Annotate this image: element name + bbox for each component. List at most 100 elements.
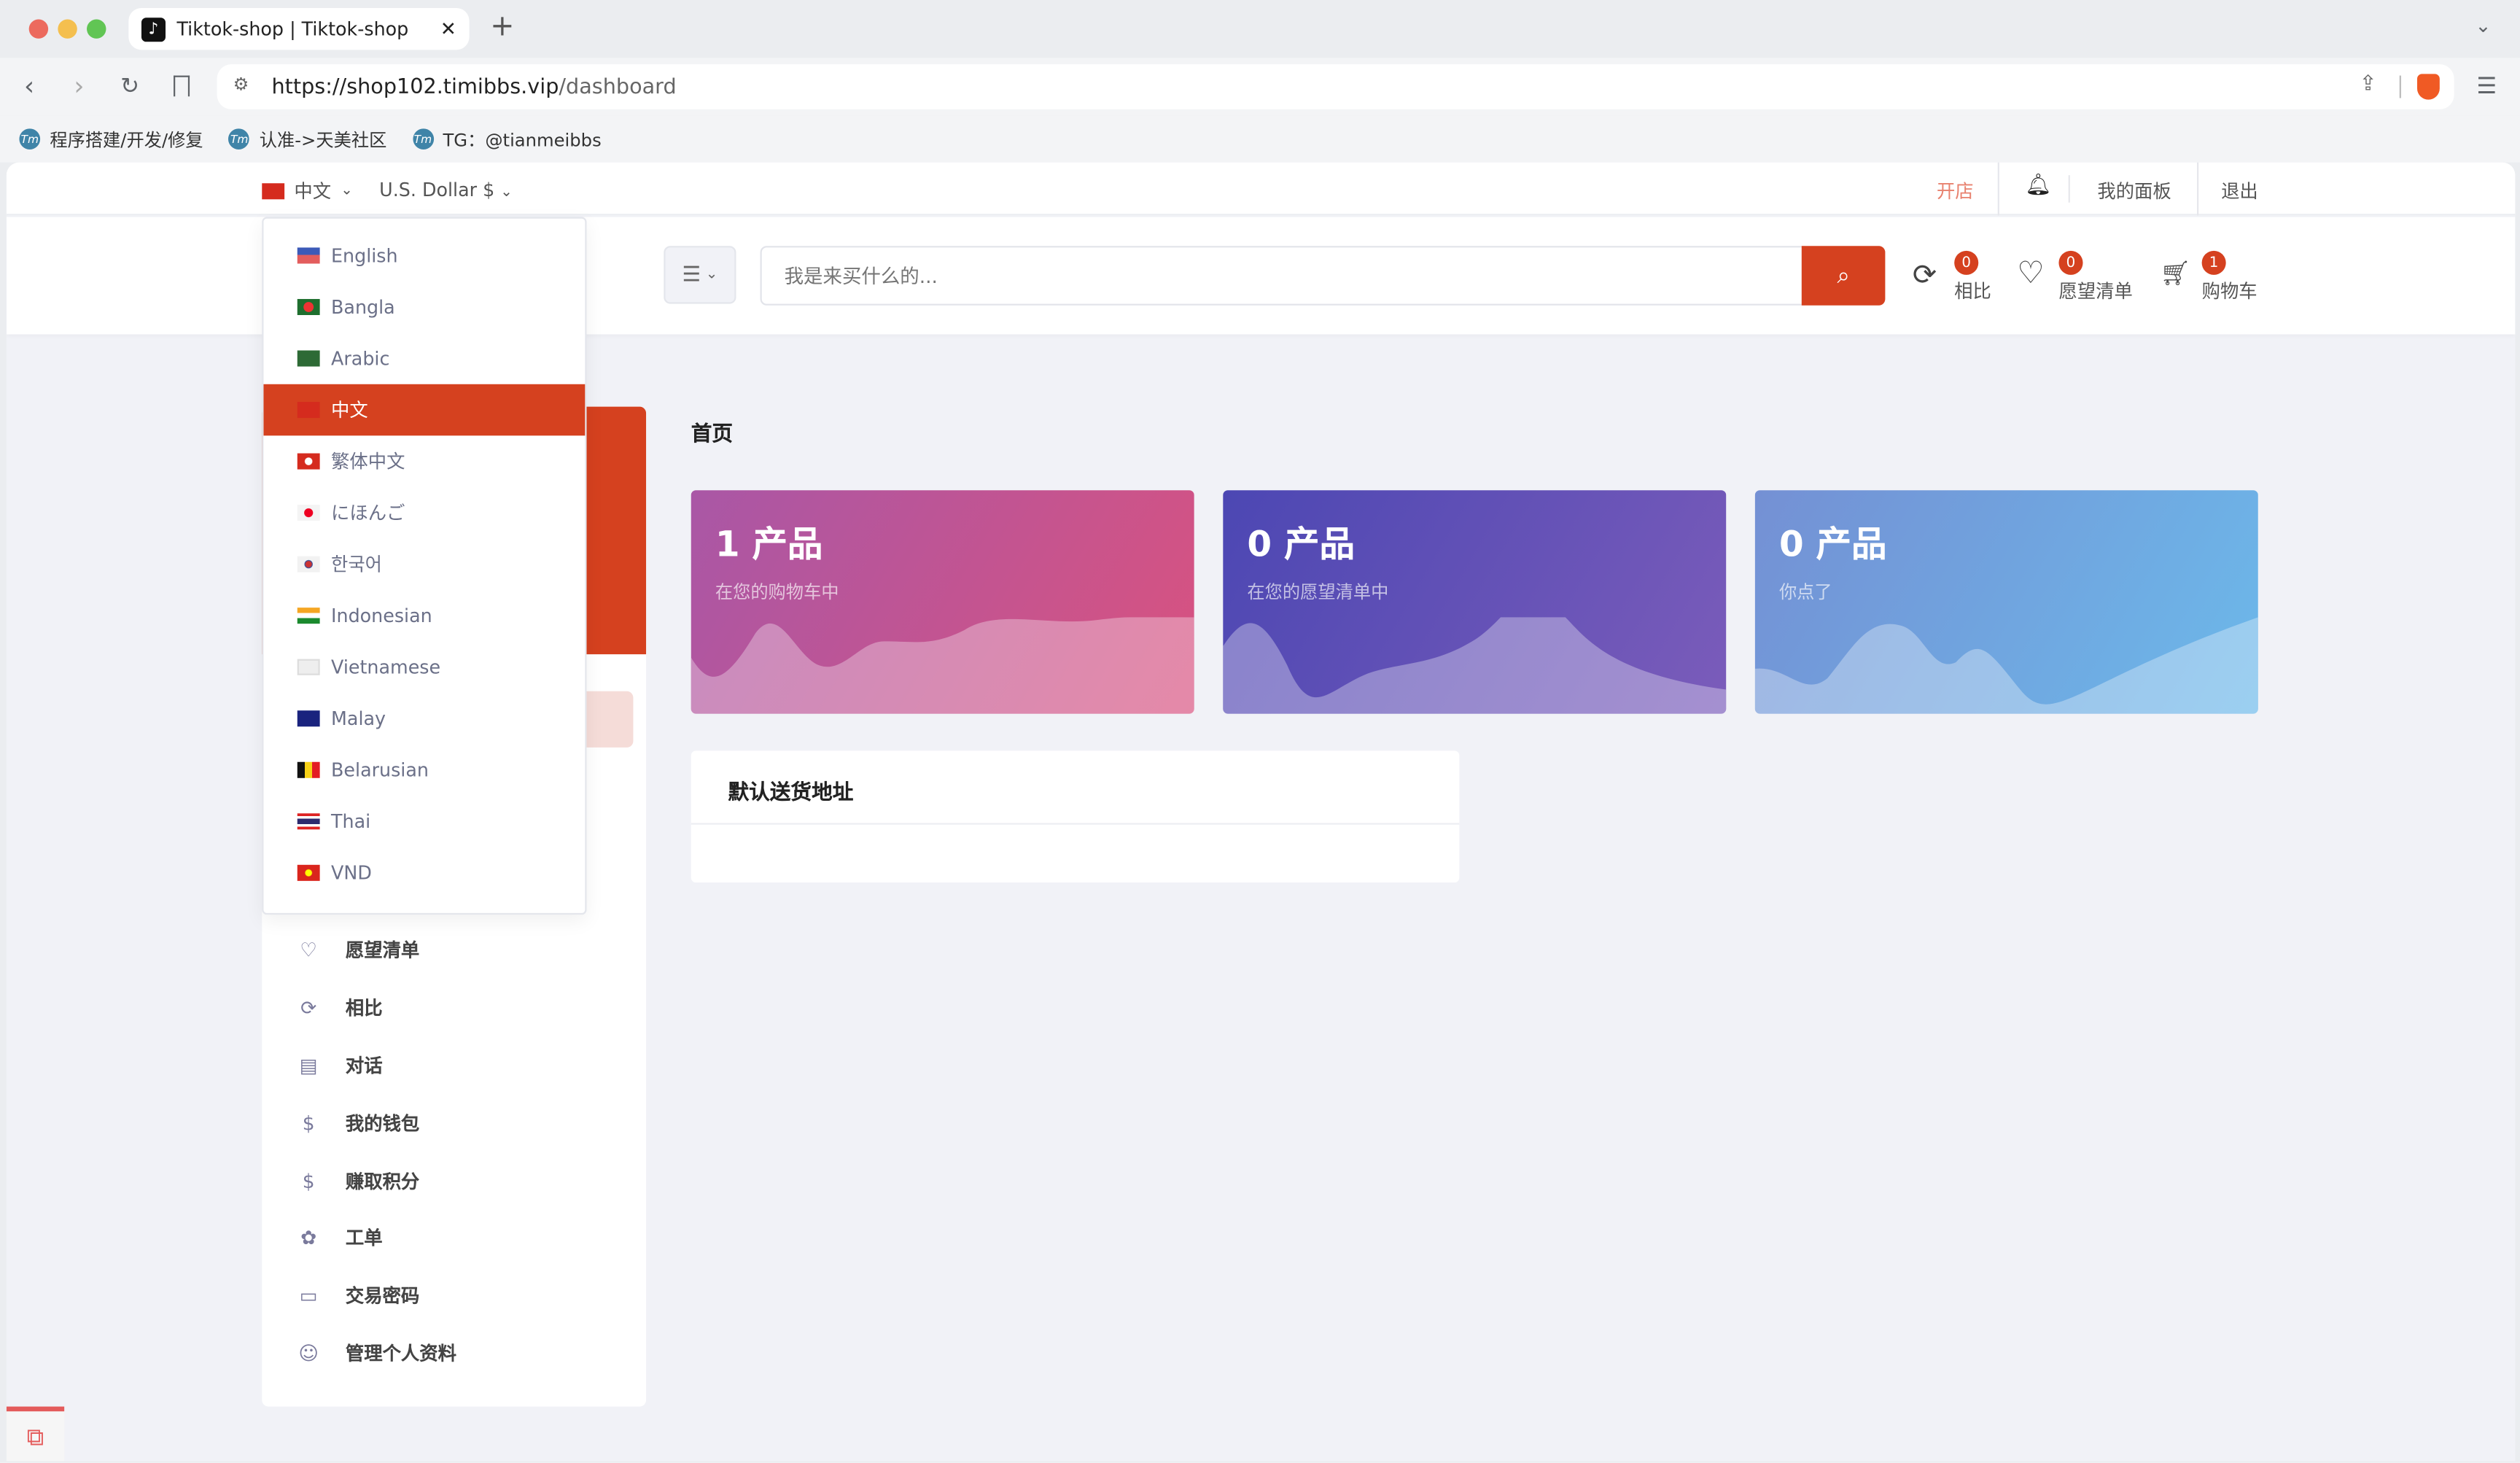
language-option-label: English (331, 244, 398, 267)
chevron-down-icon: ⌄ (341, 183, 353, 200)
cart-icon: 🛒︎ (2160, 258, 2191, 288)
language-option-bangla[interactable]: Bangla (263, 282, 585, 333)
language-option-belarusian[interactable]: Belarusian (263, 744, 585, 796)
default-address-card: 默认送货地址 (691, 750, 1460, 883)
forward-icon[interactable]: › (74, 71, 84, 101)
card-value: 0 产品 (1247, 525, 1355, 566)
language-option-chinese[interactable]: 中文 (263, 384, 586, 436)
close-tab-icon[interactable]: ✕ (440, 18, 456, 40)
page-title: 首页 (691, 422, 734, 447)
language-option-vietnamese[interactable]: Vietnamese (263, 641, 585, 693)
site-settings-icon[interactable]: ⚙ (233, 74, 249, 95)
flag-cn-icon (297, 402, 320, 419)
dashboard-link[interactable]: 我的面板 (2097, 179, 2171, 204)
menu-icon[interactable]: ☰ (2477, 74, 2497, 99)
tab-list-chevron-icon[interactable]: ⌄ (2475, 15, 2491, 37)
sidebar-item-conversations[interactable]: ▤ 对话 (298, 1053, 383, 1079)
logout-link[interactable]: 退出 (2221, 179, 2258, 204)
minimize-window-button[interactable] (58, 19, 77, 39)
search-input[interactable] (760, 246, 1805, 306)
language-option-korean[interactable]: 한국어 (263, 538, 585, 590)
flag-my-icon (297, 710, 320, 727)
wave-decoration (691, 617, 1194, 714)
wave-decoration (1223, 617, 1727, 714)
search-button[interactable]: ⌕ (1801, 246, 1886, 306)
sidebar-item-label: 对话 (345, 1054, 383, 1077)
reload-icon[interactable]: ↻ (120, 74, 139, 99)
compare-label: 相比 (1954, 279, 1991, 303)
flag-sa-icon (297, 350, 320, 367)
flag-th-icon (297, 813, 320, 830)
divider (2068, 175, 2070, 203)
laravel-debugbar-icon[interactable]: ⧉ (6, 1406, 65, 1462)
language-option-label: VND (331, 861, 372, 885)
search-icon: ⌕ (1837, 263, 1850, 289)
sidebar-item-manage-profile[interactable]: ☺ 管理个人资料 (298, 1340, 456, 1366)
open-shop-link[interactable]: 开店 (1937, 179, 1974, 204)
language-option-vnd[interactable]: VND (263, 847, 585, 899)
bookmark-item[interactable]: Tm 认准->天美社区 (228, 126, 387, 152)
dollar-icon: $ (302, 1170, 315, 1193)
brave-shield-icon[interactable] (2416, 74, 2440, 100)
language-option-label: Thai (331, 810, 371, 833)
language-option-label: 繁体中文 (331, 450, 405, 473)
sidebar-item-support-ticket[interactable]: ✿ 工单 (298, 1225, 382, 1251)
card-caption: 在您的购物车中 (715, 581, 839, 603)
card-caption: 在您的愿望清单中 (1247, 581, 1389, 603)
bookmark-item[interactable]: Tm 程序搭建/开发/修复 (19, 126, 203, 152)
refresh-icon: ⟳ (300, 996, 317, 1020)
card-value: 0 产品 (1778, 525, 1887, 566)
sidebar-item-wishlist[interactable]: ♡ 愿望清单 (298, 937, 419, 963)
language-selector[interactable]: 中文 ⌄ (262, 179, 353, 204)
cart-label: 购物车 (2201, 279, 2258, 303)
address-bar[interactable]: ⚙ https://shop102.timibbs.vip/dashboard … (217, 64, 2454, 109)
maximize-window-button[interactable] (87, 19, 106, 39)
divider (1997, 162, 1999, 216)
language-option-indonesian[interactable]: Indonesian (263, 590, 585, 642)
language-option-label: Arabic (331, 347, 390, 370)
heart-icon: ♡ (300, 939, 318, 962)
sidebar-item-transaction-password[interactable]: ▭ 交易密码 (298, 1283, 420, 1308)
language-option-japanese[interactable]: にほんご (263, 487, 585, 539)
language-option-label: Indonesian (331, 604, 432, 627)
language-option-thai[interactable]: Thai (263, 796, 585, 847)
browser-tab[interactable]: ♪ Tiktok-shop | Tiktok-shop ✕ (128, 8, 470, 50)
category-menu-button[interactable]: ☰ ⌄ (664, 246, 736, 304)
sidebar-item-earn-points[interactable]: $ 赚取积分 (298, 1168, 420, 1194)
flag-be-icon (297, 761, 320, 778)
back-icon[interactable]: ‹ (24, 71, 34, 101)
compare-count-badge: 0 (1954, 250, 1979, 275)
compare-button[interactable]: ⟳ 0 相比 (1913, 250, 2001, 308)
bookmark-icon[interactable] (174, 75, 190, 97)
sidebar-item-compare[interactable]: ⟳ 相比 (298, 995, 382, 1020)
language-option-arabic[interactable]: Arabic (263, 333, 585, 384)
bookmark-label: 认准->天美社区 (259, 129, 387, 151)
sidebar-item-wallet[interactable]: $ 我的钱包 (298, 1111, 420, 1136)
bookmark-item[interactable]: Tm TG：@tianmeibbs (412, 126, 602, 152)
bell-icon[interactable]: 🔔︎ (2025, 174, 2051, 198)
wishlist-label: 愿望清单 (2058, 279, 2133, 303)
language-option-traditional-chinese[interactable]: 繁体中文 (263, 435, 585, 487)
sidebar-item-label: 赚取积分 (345, 1170, 420, 1193)
language-option-label: 한국어 (331, 553, 383, 576)
currency-selector[interactable]: U.S. Dollar $ ⌄ (379, 179, 513, 201)
bookmark-favicon-icon: Tm (412, 128, 434, 150)
flag-jp-icon (297, 505, 320, 521)
language-option-malay[interactable]: Malay (263, 693, 585, 745)
language-dropdown: English Bangla Arabic 中文 繁体中文 にほんご 한국어 I… (262, 217, 587, 915)
flag-cn-icon (262, 183, 285, 200)
new-tab-icon[interactable]: + (490, 9, 514, 43)
language-option-label: Vietnamese (331, 656, 441, 679)
language-option-label: にほんご (331, 501, 405, 524)
flag-vn-icon (297, 864, 320, 881)
close-window-button[interactable] (28, 19, 49, 39)
flag-vi-icon (297, 659, 320, 675)
bookmark-label: 程序搭建/开发/修复 (50, 129, 203, 151)
cart-button[interactable]: 🛒︎ 1 购物车 (2160, 250, 2272, 308)
heart-icon: ♡ (2017, 255, 2045, 291)
wishlist-button[interactable]: ♡ 0 愿望清单 (2017, 250, 2145, 308)
bookmark-favicon-icon: Tm (228, 128, 250, 150)
language-option-english[interactable]: English (263, 230, 585, 282)
share-icon[interactable]: ⇪ (2360, 72, 2377, 96)
language-option-label: 中文 (331, 398, 368, 422)
